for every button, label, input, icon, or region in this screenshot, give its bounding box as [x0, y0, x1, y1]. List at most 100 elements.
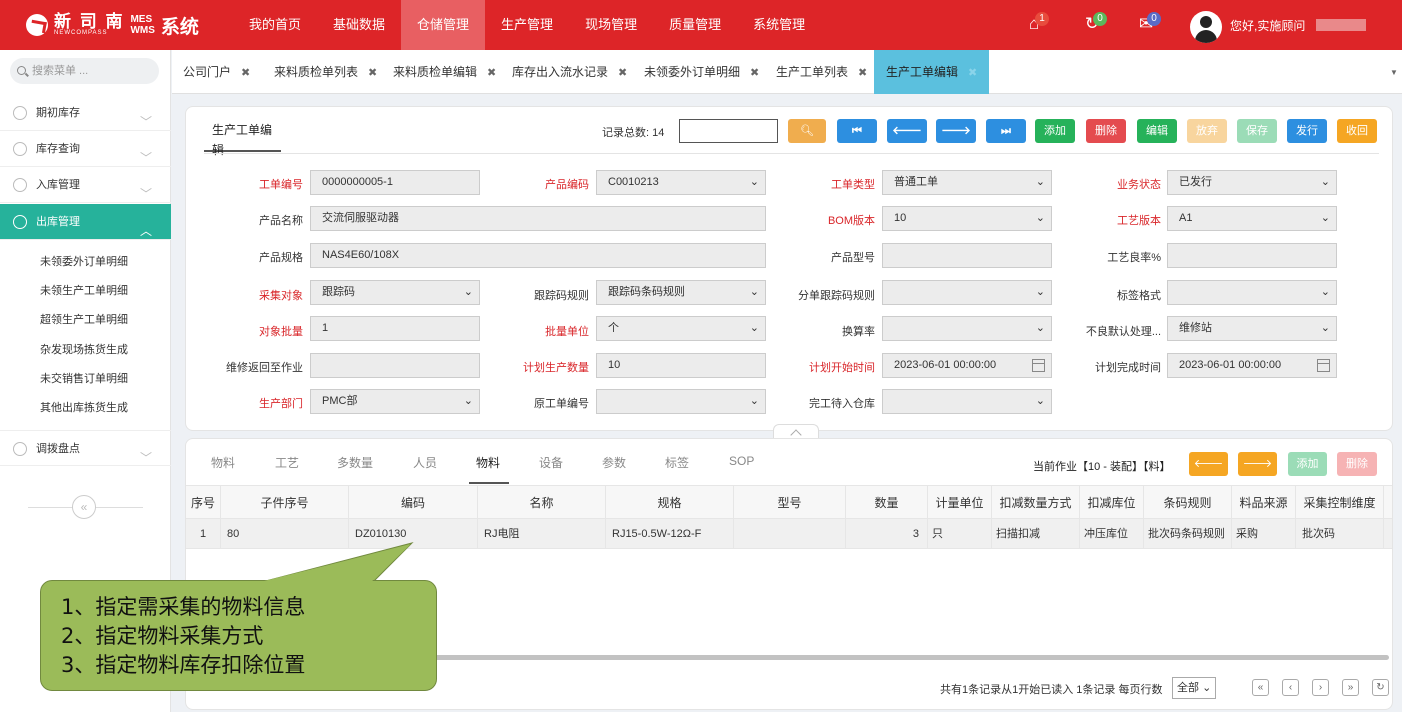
prev-job-button[interactable]: 🡐: [1189, 452, 1228, 476]
tab-work-order-list[interactable]: 生产工单列表 ✖: [776, 50, 867, 94]
col-header[interactable]: 编码: [349, 486, 478, 518]
nav-shopfloor[interactable]: 现场管理: [569, 0, 653, 50]
mail-icon[interactable]: ✉ 0: [1134, 12, 1161, 38]
product-code-select[interactable]: C0010213 ⌄: [596, 170, 766, 195]
collapse-form-toggle[interactable]: [773, 424, 819, 438]
plan-qty-field[interactable]: 10: [596, 353, 766, 378]
close-icon[interactable]: ✖: [368, 67, 377, 79]
batch-unit-select[interactable]: 个 ⌄: [596, 316, 766, 341]
collapse-sidebar-button[interactable]: «: [72, 495, 96, 519]
detail-tab-multi-qty[interactable]: 多数量: [337, 454, 373, 471]
col-header[interactable]: 采集控制维度: [1296, 486, 1384, 518]
col-header[interactable]: 条码规则: [1144, 486, 1232, 518]
object-qty-field[interactable]: 1: [310, 316, 480, 341]
collect-object-select[interactable]: 跟踪码 ⌄: [310, 280, 480, 305]
ng-default-select[interactable]: 维修站 ⌄: [1167, 316, 1337, 341]
last-record-button[interactable]: ⏭︎: [986, 119, 1026, 143]
col-header[interactable]: 扣减库位: [1080, 486, 1144, 518]
recall-button[interactable]: 收回: [1337, 119, 1377, 143]
sidebar-sub-item[interactable]: 未交销售订单明细: [0, 365, 171, 394]
calendar-icon[interactable]: [1317, 359, 1330, 372]
user-greeting[interactable]: 您好,实施顾问: [1230, 17, 1305, 34]
tab-outsource-detail[interactable]: 未领委外订单明细 ✖: [644, 50, 759, 94]
sidebar-menu-stock-query[interactable]: 库存查询 ﹀: [0, 131, 171, 167]
avatar[interactable]: [1190, 11, 1222, 43]
next-page-button[interactable]: ›: [1312, 679, 1329, 696]
detail-add-button[interactable]: 添加: [1288, 452, 1327, 476]
label-format-select[interactable]: ⌄: [1167, 280, 1337, 305]
nav-production[interactable]: 生产管理: [485, 0, 569, 50]
sidebar-sub-item[interactable]: 杂发现场拣货生成: [0, 336, 171, 365]
last-page-button[interactable]: »: [1342, 679, 1359, 696]
repair-return-field[interactable]: [310, 353, 480, 378]
nav-warehouse[interactable]: 仓储管理: [401, 0, 486, 50]
detail-tab-sop[interactable]: SOP: [729, 454, 754, 468]
release-button[interactable]: 发行: [1287, 119, 1327, 143]
nav-quality[interactable]: 质量管理: [653, 0, 737, 50]
close-icon[interactable]: ✖: [241, 67, 250, 79]
table-row[interactable]: 1 80 DZ010130 RJ电阻 RJ15-0.5W-12Ω-F 3 只 扫…: [186, 519, 1392, 549]
col-header[interactable]: 名称: [478, 486, 606, 518]
prev-record-button[interactable]: 🡐: [887, 119, 927, 143]
order-type-select[interactable]: 普通工单 ⌄: [882, 170, 1052, 195]
close-icon[interactable]: ✖: [487, 67, 496, 79]
refresh-button[interactable]: ↻: [1372, 679, 1389, 696]
tab-stock-flow[interactable]: 库存出入流水记录 ✖: [512, 50, 627, 94]
col-header[interactable]: 型号: [734, 486, 846, 518]
next-record-button[interactable]: 🡒: [936, 119, 976, 143]
col-header[interactable]: 计量单位: [928, 486, 992, 518]
nav-home[interactable]: 我的首页: [233, 0, 317, 50]
sidebar-sub-item[interactable]: 未领委外订单明细: [0, 248, 171, 277]
close-icon[interactable]: ✖: [858, 67, 867, 79]
split-rule-select[interactable]: ⌄: [882, 280, 1052, 305]
col-header[interactable]: 规格: [606, 486, 734, 518]
work-no-field[interactable]: 0000000005-1: [310, 170, 480, 195]
product-name-field[interactable]: 交流伺服驱动器: [310, 206, 766, 231]
sidebar-menu-outbound[interactable]: 出库管理 ︿: [0, 204, 171, 240]
sidebar-sub-item[interactable]: 未领生产工单明细: [0, 277, 171, 306]
detail-tab-material-a[interactable]: 物料: [211, 454, 235, 471]
col-header[interactable]: 子件序号: [221, 486, 349, 518]
calendar-icon[interactable]: [1032, 359, 1045, 372]
close-icon[interactable]: ✖: [750, 67, 759, 79]
home-icon[interactable]: ⌂ 1: [1022, 12, 1049, 38]
tab-incoming-qc-list[interactable]: 来料质检单列表 ✖: [274, 50, 377, 94]
finished-warehouse-select[interactable]: ⌄: [882, 389, 1052, 414]
tab-company-portal[interactable]: 公司门户 ✖: [183, 50, 250, 94]
plan-start-field[interactable]: 2023-06-01 00:00:00: [882, 353, 1052, 378]
col-header[interactable]: 数量: [846, 486, 928, 518]
sidebar-sub-item[interactable]: 超领生产工单明细: [0, 306, 171, 335]
detail-tab-material[interactable]: 物料: [476, 454, 500, 471]
first-page-button[interactable]: «: [1252, 679, 1269, 696]
nav-system[interactable]: 系统管理: [737, 0, 821, 50]
track-rule-select[interactable]: 跟踪码条码规则 ⌄: [596, 280, 766, 305]
sidebar-sub-item[interactable]: 其他出库拣货生成: [0, 394, 171, 423]
first-record-button[interactable]: ⏮︎: [837, 119, 877, 143]
nav-base-data[interactable]: 基础数据: [317, 0, 401, 50]
search-button[interactable]: 🔍︎: [788, 119, 826, 143]
product-model-field[interactable]: [882, 243, 1052, 268]
biz-status-select[interactable]: 已发行 ⌄: [1167, 170, 1337, 195]
page-size-select[interactable]: 全部 ⌄: [1172, 677, 1216, 699]
detail-tab-process[interactable]: 工艺: [275, 454, 299, 471]
department-select[interactable]: PMC部 ⌄: [310, 389, 480, 414]
close-icon[interactable]: ✖: [968, 67, 977, 79]
sidebar-menu-initial-stock[interactable]: 期初库存 ﹀: [0, 95, 171, 131]
record-nav-input[interactable]: [679, 119, 778, 143]
prev-page-button[interactable]: ‹: [1282, 679, 1299, 696]
yield-field[interactable]: [1167, 243, 1337, 268]
add-button[interactable]: 添加: [1035, 119, 1075, 143]
detail-tab-equipment[interactable]: 设备: [539, 454, 563, 471]
next-job-button[interactable]: 🡒: [1238, 452, 1277, 476]
sidebar-menu-inbound[interactable]: 入库管理 ﹀: [0, 167, 171, 203]
route-version-select[interactable]: A1 ⌄: [1167, 206, 1337, 231]
conversion-rate-select[interactable]: ⌄: [882, 316, 1052, 341]
discard-button[interactable]: 放弃: [1187, 119, 1227, 143]
detail-tab-labels[interactable]: 标签: [665, 454, 689, 471]
detail-tab-params[interactable]: 参数: [602, 454, 626, 471]
plan-end-field[interactable]: 2023-06-01 00:00:00: [1167, 353, 1337, 378]
save-button[interactable]: 保存: [1237, 119, 1277, 143]
bom-version-select[interactable]: 10 ⌄: [882, 206, 1052, 231]
col-header[interactable]: 序号: [186, 486, 221, 518]
product-spec-field[interactable]: NAS4E60/108X: [310, 243, 766, 268]
